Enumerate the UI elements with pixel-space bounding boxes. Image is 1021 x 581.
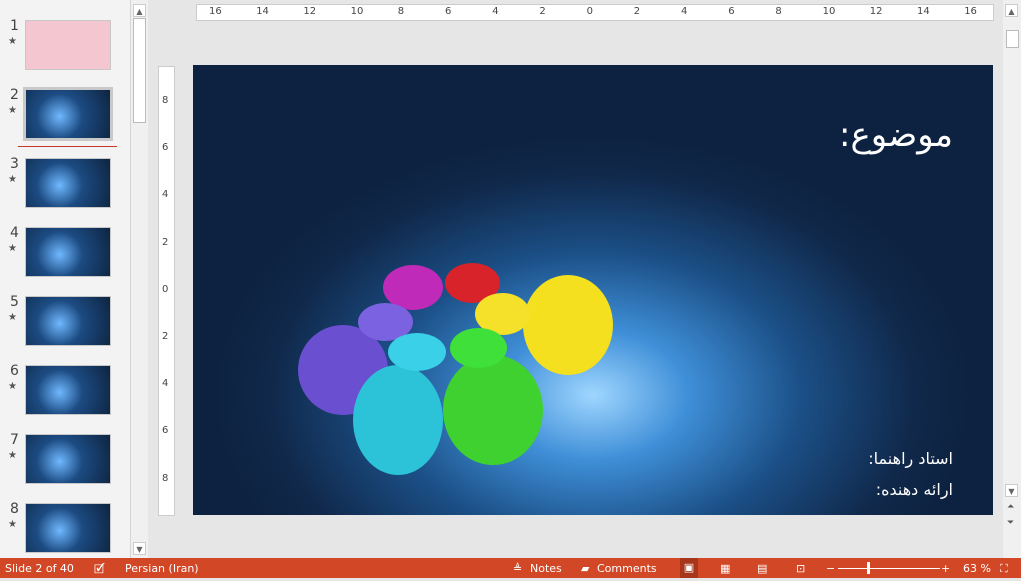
editor-scrollbar[interactable]: ▲ ▼ ⏶ ⏷ [1003, 0, 1021, 558]
slide-number: 2 [10, 87, 19, 103]
slide-preview[interactable] [25, 20, 111, 70]
slide-preview[interactable] [25, 503, 111, 553]
ruler-label: 16 [209, 6, 222, 17]
animation-star-icon: ★ [8, 381, 17, 392]
comments-button[interactable]: Comments [597, 562, 657, 575]
scroll-down-button[interactable]: ▼ [1005, 484, 1018, 497]
notes-icon[interactable]: ≜ [513, 562, 522, 575]
ruler-label: 2 [633, 6, 641, 17]
animation-star-icon: ★ [8, 105, 17, 116]
head-cyan [388, 333, 446, 371]
slide-thumbnail[interactable]: 6 ★ [0, 363, 131, 425]
ruler-label: 14 [256, 6, 269, 17]
slide-thumbnail[interactable]: 2 ★ [0, 87, 131, 149]
ruler-label: 8 [162, 95, 169, 106]
ruler-label: 6 [162, 142, 169, 154]
slide-thumbnail[interactable]: 3 ★ [0, 156, 131, 218]
ruler-label: 4 [162, 189, 169, 201]
head-green [450, 328, 507, 368]
scroll-down-button[interactable]: ▼ [133, 542, 146, 555]
slide-preview[interactable] [25, 158, 111, 208]
ruler-label: 2 [539, 6, 546, 17]
vertical-ruler: 8 6 4 2 0 2 4 6 8 [158, 66, 175, 516]
thumbnail-scrollbar[interactable]: ▲ ▼ [131, 0, 148, 558]
ruler-label: 0 [586, 6, 593, 17]
ruler-label: 8 [397, 6, 405, 17]
slide-preview[interactable] [25, 296, 111, 346]
ruler-label: 6 [728, 6, 735, 17]
ruler-label: 14 [917, 6, 930, 17]
horizontal-ruler: 16 14 12 10 8 6 4 2 0 2 4 6 8 10 12 14 16 [196, 4, 994, 21]
zoom-slider-handle[interactable] [867, 562, 871, 574]
slide-counter: Slide 2 of 40 [5, 562, 74, 575]
ruler-label: 4 [681, 6, 688, 17]
animation-star-icon: ★ [8, 312, 17, 323]
ruler-label: 6 [445, 6, 452, 17]
status-bar: Slide 2 of 40 🗹 Persian (Iran) ≜ Notes ▰… [0, 558, 1021, 578]
slide-number: 6 [10, 363, 19, 379]
slide-preview[interactable] [25, 227, 111, 277]
scroll-up-button[interactable]: ▲ [1005, 4, 1018, 17]
slide-thumbnail[interactable]: 4 ★ [0, 225, 131, 287]
ruler-label: 10 [822, 6, 836, 17]
animation-star-icon: ★ [8, 36, 17, 47]
ruler-label: 4 [492, 6, 499, 17]
comments-icon: ▰ [581, 562, 590, 575]
slide-title[interactable]: موضوع: [839, 115, 953, 155]
ruler-label: 6 [162, 425, 169, 437]
scroll-thumb[interactable] [1006, 30, 1019, 48]
reading-view-button[interactable]: ▤ [757, 562, 767, 575]
animation-star-icon: ★ [8, 450, 17, 461]
advisor-label[interactable]: استاد راهنما: [868, 449, 953, 468]
slide-number: 4 [10, 225, 19, 241]
slide-canvas[interactable]: موضوع: استاد راهنما: ارائه دهنده: [193, 65, 993, 515]
ruler-label: 12 [869, 6, 883, 17]
ruler-label: 0 [162, 283, 169, 295]
zoom-out-button[interactable]: − [826, 562, 835, 575]
fit-to-window-icon[interactable]: ⛶ [1000, 562, 1008, 576]
slide-thumbnail[interactable]: 1 ★ [0, 18, 131, 80]
ruler-label: 16 [964, 6, 977, 17]
previous-slide-icon[interactable]: ⏶ [1007, 502, 1014, 512]
presenter-label[interactable]: ارائه دهنده: [876, 480, 953, 499]
slide-thumbnail[interactable]: 5 ★ [0, 294, 131, 356]
ruler-label: 4 [162, 378, 169, 390]
scroll-thumb[interactable] [133, 18, 146, 123]
animation-star-icon: ★ [8, 174, 17, 185]
ruler-label: 12 [303, 6, 317, 17]
next-slide-icon[interactable]: ⏷ [1007, 518, 1014, 528]
animation-star-icon: ★ [8, 519, 17, 530]
ruler-label: 8 [162, 472, 169, 484]
normal-view-button[interactable]: ▣ [680, 558, 698, 578]
zoom-slider[interactable] [838, 568, 940, 569]
figure-cyan [353, 365, 443, 475]
slide-thumbnail-pane[interactable]: 1 ★ 2 ★ 3 ★ 4 ★ 5 ★ 6 ★ 7 ★ 8 ★ [0, 0, 131, 558]
slide-thumbnail[interactable]: 7 ★ [0, 432, 131, 494]
slide-number: 3 [10, 156, 19, 172]
slideshow-button[interactable]: ⊡ [796, 562, 805, 575]
slide-preview[interactable] [25, 365, 111, 415]
figure-yellow [523, 275, 613, 375]
ruler-label: 2 [162, 236, 169, 248]
figure-green [443, 355, 543, 465]
notes-button[interactable]: Notes [530, 562, 562, 575]
slide-sorter-button[interactable]: ▦ [720, 562, 730, 575]
slide-thumbnail[interactable]: 8 ★ [0, 501, 131, 563]
scroll-up-button[interactable]: ▲ [133, 4, 146, 17]
zoom-level[interactable]: 63 % [963, 562, 991, 575]
language-indicator[interactable]: Persian (Iran) [125, 562, 199, 575]
slide-number: 5 [10, 294, 19, 310]
zoom-in-button[interactable]: + [941, 562, 950, 575]
animation-star-icon: ★ [8, 243, 17, 254]
slide-preview[interactable] [23, 87, 113, 141]
slide-preview[interactable] [25, 434, 111, 484]
ruler-label: 2 [162, 331, 169, 342]
insertion-marker [18, 146, 117, 147]
ruler-label: 8 [775, 6, 782, 17]
slide-number: 7 [10, 432, 19, 448]
slide-number: 8 [10, 501, 19, 517]
ruler-label: 10 [350, 6, 364, 17]
slide-number: 1 [10, 18, 19, 34]
